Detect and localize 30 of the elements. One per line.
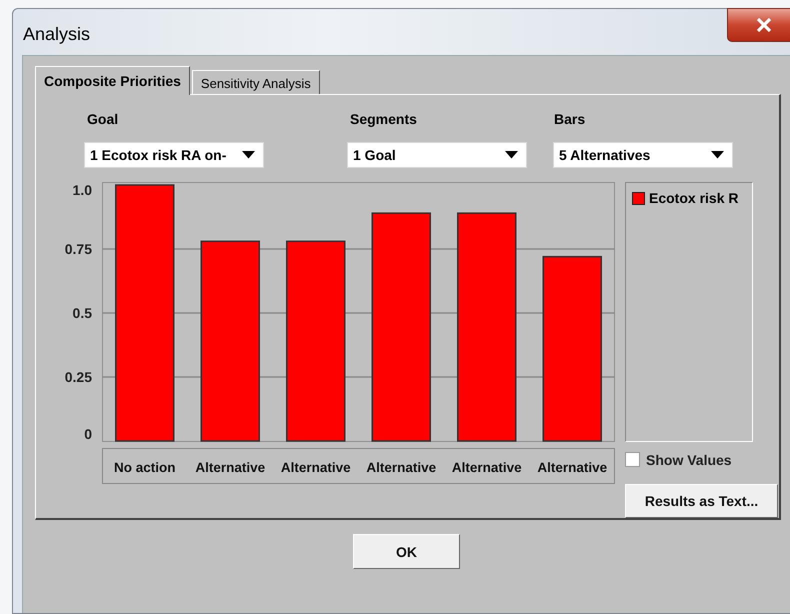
category-label: Alternative [366,460,436,475]
caret-icon [242,151,255,159]
checkbox[interactable] [625,452,640,467]
axis-tick-label: 0.25 [64,369,92,385]
close-icon [756,18,772,32]
category-label: Alternative [452,460,522,475]
category-label: Alternative [537,460,608,475]
tab[interactable]: Sensitivity Analysis [192,70,320,94]
axis-tick-label: 0.5 [72,305,92,321]
dropdown[interactable]: 5 Alternatives [553,142,733,168]
field-label: Segments [349,111,418,129]
category-label: Alternative [195,460,266,475]
close-button[interactable] [727,8,790,42]
field-label: Bars [553,111,586,129]
category-label: No action [114,460,176,475]
caret-icon [711,151,724,159]
caret-icon [505,151,518,159]
window-title: Analysis [23,24,90,44]
results-as-text-button[interactable]: Results as Text... [625,484,778,518]
axis-tick-label: 0.75 [64,241,92,257]
checkbox-label: Show Values [646,452,732,468]
axis-tick-label: 0 [84,426,92,442]
dropdown[interactable]: 1 Ecotox risk RA on- [84,142,264,168]
axis-tick-label: 1.0 [72,182,92,198]
field-label: Goal [86,111,120,129]
tab[interactable]: Composite Priorities [35,66,190,95]
dropdown[interactable]: 1 Goal [347,142,527,168]
ok-button[interactable]: OK [353,534,460,569]
category-label: Alternative [280,460,351,475]
legend-label: Ecotox risk R [649,190,738,206]
